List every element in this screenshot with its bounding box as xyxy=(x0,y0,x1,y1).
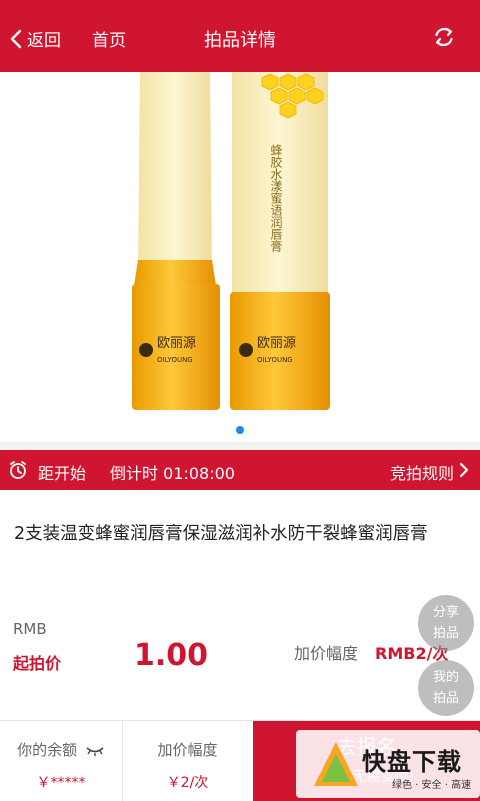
balance-label: 你的余额 xyxy=(17,741,78,759)
watermark-logo-icon xyxy=(314,742,358,786)
chevron-left-icon xyxy=(10,29,22,48)
start-label: 距开始 xyxy=(38,464,87,483)
balance-value: ￥***** xyxy=(36,775,86,791)
start-price-value: 1.00 xyxy=(134,638,209,673)
increment-label: 加价幅度 xyxy=(294,644,359,663)
currency-label: RMB xyxy=(13,620,47,638)
brand-logo-left: 欧丽源 xyxy=(157,336,196,351)
balance-cell: 你的余额 ￥***** xyxy=(0,721,122,801)
section-divider xyxy=(0,442,480,450)
back-button[interactable]: 返回 xyxy=(10,26,61,51)
watermark-title: 快盘下载 xyxy=(362,748,462,776)
product-image: 蜂胶水漾蜜语润唇膏 欧丽源 OILYOUNG 欧丽源 OILYOUNG xyxy=(132,72,330,410)
auction-rules-link[interactable]: 竞拍规则 xyxy=(390,460,454,484)
carousel-dot-active[interactable] xyxy=(236,426,244,434)
refresh-icon[interactable] xyxy=(432,25,456,49)
countdown-timer: 倒计时 01:08:00 xyxy=(110,464,235,483)
product-image-carousel[interactable]: 蜂胶水漾蜜语润唇膏 欧丽源 OILYOUNG 欧丽源 OILYOUNG xyxy=(0,72,480,442)
carousel-indicator xyxy=(0,419,480,438)
chevron-right-icon[interactable] xyxy=(458,462,470,478)
my-items-button[interactable]: 我的 拍品 xyxy=(418,660,474,716)
eye-closed-icon[interactable] xyxy=(85,745,105,757)
watermark-overlay: 快盘下载 绿色 · 安全 · 高速 xyxy=(296,730,480,798)
bottom-increment-value: ￥2/次 xyxy=(166,775,209,791)
svg-text:OILYOUNG: OILYOUNG xyxy=(157,356,193,364)
share-item-button[interactable]: 分享 拍品 xyxy=(418,595,474,651)
page-title: 拍品详情 xyxy=(204,30,276,51)
product-title: 2支装温变蜂蜜润唇膏保湿滋润补水防干裂蜂蜜润唇膏 xyxy=(14,524,428,544)
tube-text: 蜂胶水漾蜜语润唇膏 xyxy=(269,144,283,252)
back-label: 返回 xyxy=(27,31,61,51)
home-link[interactable]: 首页 xyxy=(92,26,126,51)
auction-status-bar: 距开始 倒计时 01:08:00 竞拍规则 xyxy=(0,450,480,490)
bottom-increment-label: 加价幅度 xyxy=(157,741,218,759)
brand-logo-right: 欧丽源 xyxy=(257,336,296,351)
increment-cell: 加价幅度 ￥2/次 xyxy=(122,721,252,801)
svg-text:OILYOUNG: OILYOUNG xyxy=(257,356,293,364)
watermark-subtitle: 绿色 · 安全 · 高速 xyxy=(392,780,472,791)
start-price-label: 起拍价 xyxy=(13,654,62,673)
alarm-clock-icon xyxy=(10,461,26,479)
top-nav-bar: 返回 首页 拍品详情 xyxy=(0,0,480,72)
